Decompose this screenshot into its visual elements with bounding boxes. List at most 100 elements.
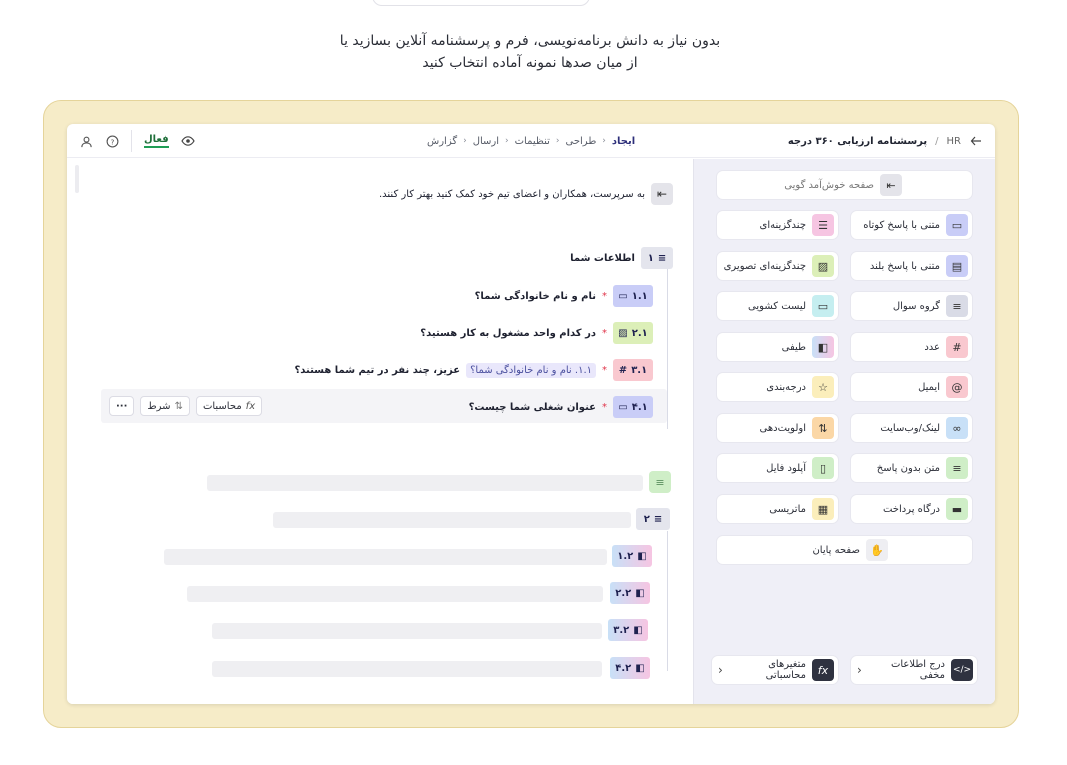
question-row[interactable]: نام و نام خانوادگی شما؟ * ▭ ۱.۱ — [475, 285, 653, 307]
multiple-choice-icon: ☰ — [812, 214, 834, 236]
more-options-button[interactable]: ··· — [109, 396, 135, 416]
link-icon: ∞ — [946, 417, 968, 439]
question-types-panel: صفحه خوش‌آمد گویی ⇤ متنی با پاسخ کوتاه ▭… — [693, 159, 995, 704]
preview-eye-icon[interactable] — [180, 134, 195, 148]
question-number: ۳.۲ — [613, 624, 630, 636]
qtype-multiple-choice[interactable]: چندگزینه‌ای ☰ — [717, 211, 838, 239]
qtype-rating[interactable]: درجه‌بندی ☆ — [717, 373, 838, 401]
ranking-icon: ⇅ — [812, 417, 834, 439]
group2-badge[interactable]: ۲ ≡ — [636, 508, 670, 530]
required-marker: * — [602, 290, 607, 302]
divider — [131, 130, 132, 152]
group1-header[interactable]: اطلاعات شما ۱ ≡ — [570, 247, 673, 269]
function-icon: fx — [812, 659, 834, 681]
placeholder-bar — [212, 661, 602, 677]
status-active-toggle[interactable]: فعال — [144, 134, 169, 148]
question-text: نام و نام خانوادگی شما؟ — [474, 290, 596, 302]
welcome-page-icon: ⇤ — [880, 174, 902, 196]
welcome-page-button[interactable]: صفحه خوش‌آمد گویی ⇤ — [717, 171, 972, 199]
calc-variables-button[interactable]: › متغیرهای محاسباتی fx — [712, 656, 838, 684]
step-design[interactable]: طراحی — [566, 136, 597, 147]
welcome-text: به سرپرست، همکاران و اعضای تیم خود کمک ک… — [378, 188, 645, 200]
breadcrumb-workspace[interactable]: HR — [947, 136, 961, 147]
end-page-button[interactable]: صفحه پایان ✋ — [717, 536, 972, 564]
qtype-question-group[interactable]: گروه سوال ≡ — [851, 292, 972, 320]
range-question-badge[interactable]: ۲.۲ ◧ — [610, 582, 650, 604]
qtype-label: متنی با پاسخ بلند — [869, 260, 940, 272]
range-icon: ◧ — [637, 550, 647, 562]
qtype-short-text[interactable]: متنی با پاسخ کوتاه ▭ — [851, 211, 972, 239]
qtype-label: چندگزینه‌ای — [759, 219, 807, 231]
back-arrow-icon[interactable] — [969, 134, 983, 148]
picture-choice-icon: ▨ — [812, 255, 834, 277]
group1-title: اطلاعات شما — [570, 252, 635, 264]
question-text: عنوان شغلی شما چیست؟ — [468, 401, 596, 413]
question-number: ۱.۱ — [631, 290, 648, 302]
user-icon[interactable] — [79, 134, 93, 148]
qtype-label: طیفی — [781, 341, 806, 353]
question-row[interactable]: در کدام واحد مشغول به کار هستید؟ * ▨ ۲.۱ — [420, 322, 653, 344]
qtype-number[interactable]: عدد # — [851, 333, 972, 361]
group1-number: ۱ — [647, 252, 654, 264]
qtype-ranking[interactable]: اولویت‌دهی ⇅ — [717, 414, 838, 442]
range-question-badge[interactable]: ۱.۲ ◧ — [612, 545, 652, 567]
scroll-handle[interactable] — [75, 165, 79, 193]
chevron-right-icon: › — [718, 663, 723, 677]
welcome-row[interactable]: به سرپرست، همکاران و اعضای تیم خود کمک ک… — [379, 183, 673, 205]
recall-tag[interactable]: ۱.۱. نام و نام خانوادگی شما؟ — [466, 362, 596, 378]
chevron-left-icon: ‹ — [602, 136, 606, 146]
short-text-icon: ▭ — [618, 290, 628, 302]
required-marker: * — [602, 364, 607, 376]
qtype-long-text[interactable]: متنی با پاسخ بلند ▤ — [851, 252, 972, 280]
qtype-label: لینک/وب‌سایت — [880, 422, 940, 434]
step-create[interactable]: ایجاد — [612, 136, 635, 147]
calc-variables-label: متغیرهای محاسباتی — [765, 659, 806, 681]
question-row[interactable]: عنوان شغلی شما چیست؟ * ▭ ۴.۱ — [469, 396, 653, 418]
qtype-range[interactable]: طیفی ◧ — [717, 333, 838, 361]
picture-choice-icon: ▨ — [618, 327, 628, 339]
qtype-email[interactable]: ایمیل @ — [851, 373, 972, 401]
help-icon[interactable]: ? — [105, 134, 119, 148]
breadcrumb-separator: / — [935, 135, 939, 147]
top-pill — [372, 0, 590, 6]
hidden-fields-button[interactable]: › درج اطلاعات مخفی </> — [851, 656, 977, 684]
placeholder-bar — [164, 549, 607, 565]
qtype-link[interactable]: لینک/وب‌سایت ∞ — [851, 414, 972, 442]
step-report[interactable]: گزارش — [427, 136, 457, 147]
qtype-label: گروه سوال — [892, 300, 940, 312]
qtype-label: اولویت‌دهی — [759, 422, 806, 434]
step-settings[interactable]: تنظیمات — [515, 136, 550, 147]
short-text-icon: ▭ — [946, 214, 968, 236]
question-badge: ▭ ۱.۱ — [613, 285, 653, 307]
qtype-picture-choice[interactable]: چندگزینه‌ای تصویری ▨ — [717, 252, 838, 280]
question-row[interactable]: عزیز، چند نفر در تیم شما هستند؟ ۱.۱. نام… — [294, 359, 653, 381]
condition-button[interactable]: شرط ⇅ — [140, 396, 190, 416]
qtype-statement[interactable]: متن بدون پاسخ ≡ — [851, 454, 972, 482]
calculations-button[interactable]: محاسبات fx — [195, 396, 263, 416]
statement-icon: ≡ — [946, 457, 968, 479]
placeholder-bar — [273, 512, 631, 528]
qtype-dropdown[interactable]: لیست کشویی ▭ — [717, 292, 838, 320]
chevron-left-icon: ‹ — [505, 136, 509, 146]
qtype-matrix[interactable]: ماتریسی ▦ — [717, 495, 838, 523]
qtype-label: لیست کشویی — [748, 300, 806, 312]
question-actions: ··· شرط ⇅ محاسبات fx — [109, 396, 263, 416]
question-number: ۱.۲ — [617, 550, 634, 562]
range-question-badge[interactable]: ۳.۲ ◧ — [608, 619, 648, 641]
hidden-fields-label: درج اطلاعات مخفی — [890, 659, 945, 681]
range-question-badge[interactable]: ۴.۲ ◧ — [610, 657, 650, 679]
group2-bracket — [667, 531, 668, 671]
qtype-label: متنی با پاسخ کوتاه — [863, 219, 940, 231]
step-send[interactable]: ارسال — [473, 136, 499, 147]
waving-hand-icon: ✋ — [866, 539, 888, 561]
form-builder-window: ? فعال ایجاد ‹ طراحی ‹ تنظیمات ‹ ارسال ‹… — [67, 124, 995, 704]
number-icon: # — [946, 336, 968, 358]
chevron-left-icon: ‹ — [463, 136, 467, 146]
qtype-label: ایمیل — [918, 381, 940, 393]
chevron-right-icon: › — [857, 663, 862, 677]
qtype-payment[interactable]: درگاه پرداخت ▬ — [851, 495, 972, 523]
welcome-page-label: صفحه خوش‌آمد گویی — [784, 179, 874, 191]
qtype-file-upload[interactable]: آپلود فایل ▯ — [717, 454, 838, 482]
headline-line2: از میان صدها نمونه آماده انتخاب کنید — [422, 55, 638, 71]
qtype-label: آپلود فایل — [766, 462, 806, 474]
